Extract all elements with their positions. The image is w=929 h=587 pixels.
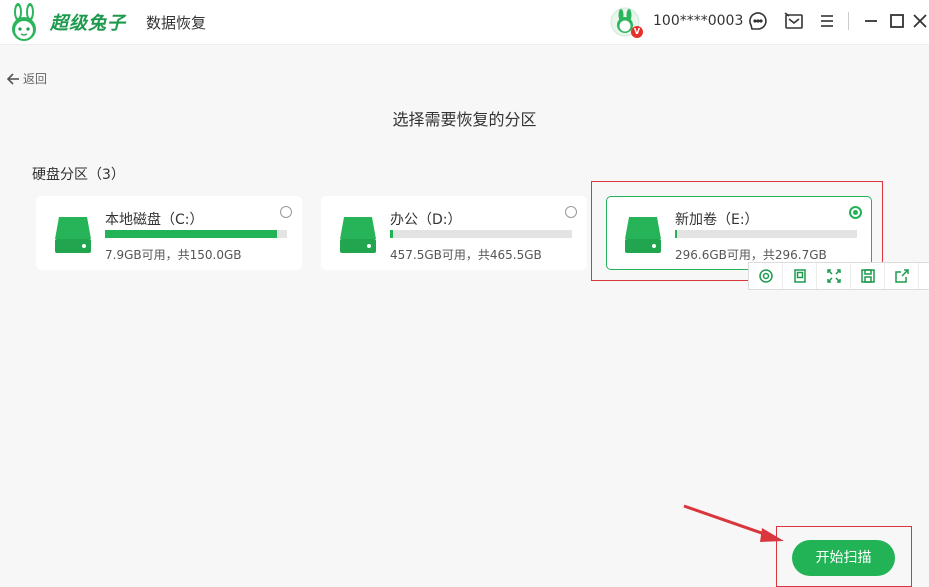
maximize-icon[interactable] [885, 9, 909, 33]
back-button[interactable]: 返回 [6, 70, 47, 87]
partition-capacity: 7.9GB可用，共150.0GB [105, 248, 242, 262]
arrow-left-icon [6, 72, 19, 85]
copy-icon[interactable] [783, 263, 817, 289]
partition-capacity: 457.5GB可用，共465.5GB [390, 248, 542, 262]
partition-card-c[interactable]: 本地磁盘（C:） 7.9GB可用，共150.0GB [36, 196, 302, 270]
partition-name: 本地磁盘（C:） [105, 212, 204, 228]
partition-radio[interactable] [565, 206, 577, 218]
usage-bar-fill [105, 230, 278, 238]
settings-icon[interactable] [919, 263, 929, 289]
partition-radio[interactable] [280, 206, 292, 218]
user-id[interactable]: 100****0003 [653, 13, 743, 29]
message-icon[interactable] [782, 9, 806, 33]
close-icon[interactable] [908, 9, 929, 33]
fullscreen-icon[interactable] [817, 263, 851, 289]
minimize-icon[interactable] [859, 9, 883, 33]
partition-name: 办公（D:） [390, 212, 462, 228]
section-label: 硬盘分区（3） [32, 167, 125, 183]
floating-toolbar [748, 262, 929, 290]
rabbit-logo-icon [12, 3, 36, 41]
help-icon[interactable] [746, 9, 770, 33]
brand-name: 超级兔子 [50, 13, 126, 34]
usage-bar-fill [390, 230, 394, 238]
title-bar: 超级兔子 数据恢复 V 100****0003 [0, 0, 929, 45]
annotation-arrow [683, 504, 784, 542]
usage-bar [390, 230, 572, 238]
save-icon[interactable] [851, 263, 885, 289]
partition-card-d[interactable]: 办公（D:） 457.5GB可用，共465.5GB [321, 196, 587, 270]
share-icon[interactable] [885, 263, 919, 289]
scan-circle-icon[interactable] [749, 263, 783, 289]
page-title: 选择需要恢复的分区 [392, 110, 537, 129]
menu-icon[interactable] [815, 9, 839, 33]
start-scan-button[interactable]: 开始扫描 [792, 540, 895, 576]
product-name: 数据恢复 [146, 14, 207, 32]
hard-disk-icon [340, 217, 376, 253]
usage-bar [105, 230, 287, 238]
hard-disk-icon [55, 217, 91, 253]
vip-badge: V [631, 26, 643, 38]
back-label: 返回 [23, 72, 48, 86]
titlebar-divider [848, 12, 849, 30]
